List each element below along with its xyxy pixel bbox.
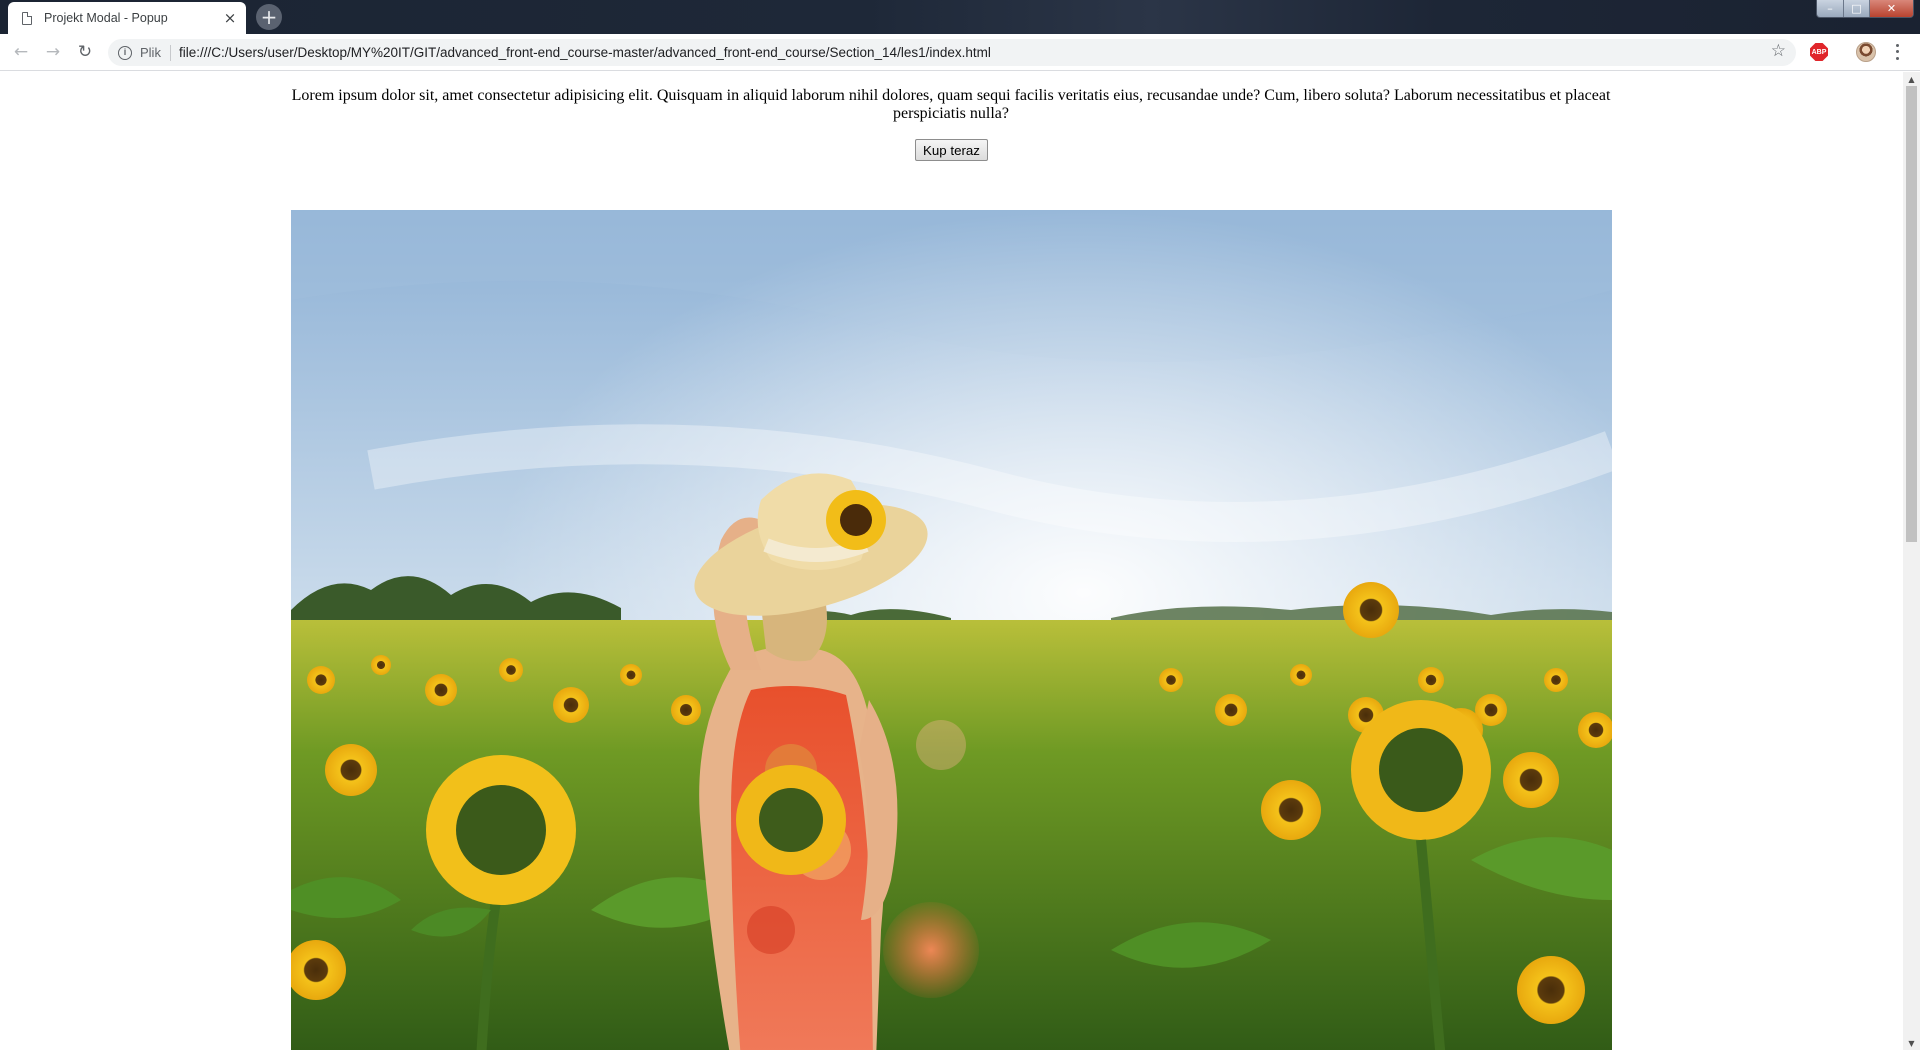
- arrow-right-icon[interactable]: →: [42, 41, 64, 63]
- window-close-button[interactable]: ✕: [1869, 0, 1913, 17]
- sunflower-photo: [291, 210, 1612, 1050]
- browser-toolbar: ← → ↻ i Plik file:///C:/Users/user/Deskt…: [0, 34, 1920, 71]
- minimize-button[interactable]: –: [1817, 0, 1843, 17]
- arrow-left-icon[interactable]: ←: [10, 41, 32, 63]
- kebab-menu-icon[interactable]: [1894, 42, 1900, 62]
- scroll-up-arrow-icon[interactable]: ▲: [1903, 72, 1920, 86]
- url-text[interactable]: file:///C:/Users/user/Desktop/MY%20IT/GI…: [179, 45, 991, 60]
- browser-tab-active[interactable]: Projekt Modal - Popup ×: [8, 2, 246, 34]
- profile-avatar[interactable]: [1856, 42, 1876, 62]
- adblock-extension-icon[interactable]: ABP: [1810, 43, 1828, 61]
- sunflower-photo-illustration: [291, 210, 1612, 1050]
- page-scrollbar[interactable]: ▲ ▼: [1903, 72, 1920, 1050]
- new-tab-button[interactable]: +: [256, 4, 282, 30]
- page-icon: [22, 11, 32, 25]
- browser-title-bar: Projekt Modal - Popup × + – □ ✕: [0, 0, 1920, 34]
- scheme-label: Plik: [140, 44, 171, 61]
- star-icon[interactable]: ☆: [1771, 43, 1786, 60]
- reload-icon[interactable]: ↻: [74, 41, 96, 63]
- maximize-button[interactable]: □: [1843, 0, 1869, 17]
- scrollbar-thumb[interactable]: [1906, 86, 1917, 542]
- scroll-down-arrow-icon[interactable]: ▼: [1903, 1036, 1920, 1050]
- window-controls: – □ ✕: [1816, 0, 1914, 18]
- info-icon[interactable]: i: [118, 45, 132, 60]
- address-bar[interactable]: i Plik file:///C:/Users/user/Desktop/MY%…: [108, 39, 1796, 66]
- buy-now-button[interactable]: Kup teraz: [915, 139, 988, 161]
- tab-title: Projekt Modal - Popup: [44, 11, 168, 25]
- page-viewport: Lorem ipsum dolor sit, amet consectetur …: [0, 72, 1903, 1050]
- tab-close-button[interactable]: ×: [222, 10, 238, 26]
- lorem-paragraph: Lorem ipsum dolor sit, amet consectetur …: [291, 87, 1611, 122]
